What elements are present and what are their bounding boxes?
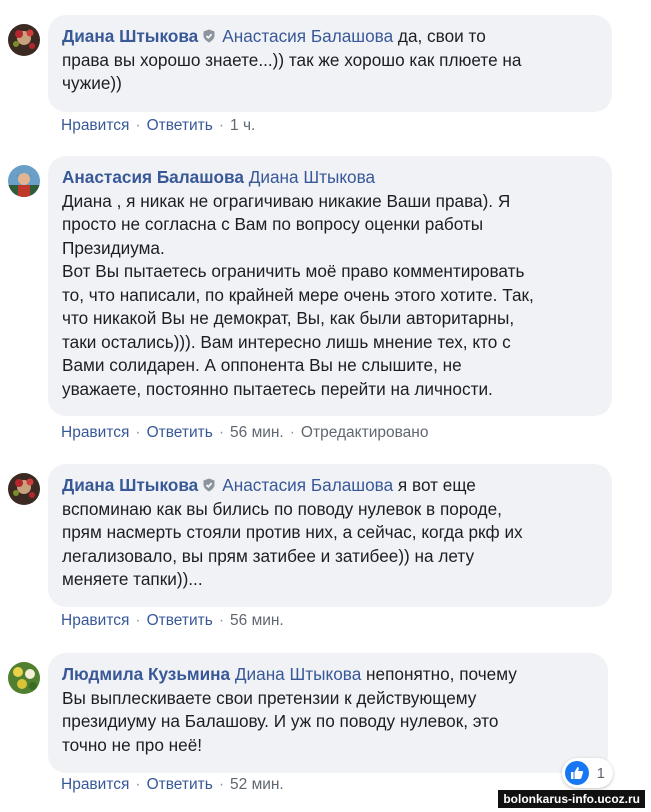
separator: · — [135, 612, 141, 629]
reply-to-name[interactable]: Диана Штыкова — [235, 664, 361, 684]
shield-icon — [202, 475, 216, 492]
timestamp[interactable]: 1 ч. — [230, 117, 255, 134]
like-link[interactable]: Нравится — [61, 117, 129, 134]
comment-actions: Нравится · Ответить · 52 мин. — [61, 776, 284, 794]
comment-actions: Нравится · Ответить · 56 мин. · Отредактирован… — [61, 424, 428, 442]
separator: · — [135, 424, 141, 441]
reply-to-name[interactable]: Диана Штыкова — [249, 167, 375, 187]
avatar[interactable] — [8, 473, 40, 505]
comment-author[interactable]: Анастасия Балашова — [62, 167, 244, 187]
avatar[interactable] — [8, 24, 40, 56]
separator: · — [135, 117, 141, 134]
like-link[interactable]: Нравится — [61, 776, 129, 793]
reply-to-name[interactable]: Анастасия Балашова — [222, 475, 393, 495]
reply-link[interactable]: Ответить — [147, 117, 213, 134]
like-link[interactable]: Нравится — [61, 612, 129, 629]
separator: · — [218, 424, 225, 441]
reply-to-name[interactable]: Анастасия Балашова — [222, 26, 393, 46]
comment-bubble: Диана Штыкова Анастасия Балашова я вот ещ… — [48, 464, 612, 607]
timestamp[interactable]: 56 мин. — [230, 424, 284, 441]
comment-bubble: Людмила Кузьмина Диана Штыкова непонятно… — [48, 653, 608, 773]
reply-link[interactable]: Ответить — [147, 612, 213, 629]
like-icon — [564, 761, 589, 785]
separator: · — [218, 117, 225, 134]
comment-bubble: Анастасия Балашова Диана Штыкова Диана , … — [48, 156, 612, 416]
timestamp[interactable]: 56 мин. — [230, 612, 284, 629]
comment-author[interactable]: Диана Штыкова — [62, 26, 198, 46]
comment-actions: Нравится · Ответить · 1 ч. — [61, 117, 255, 135]
reaction-count: 1 — [596, 764, 605, 782]
separator: · — [289, 424, 295, 441]
comment-text: Диана , я никак не ограгичиваю никакие В… — [62, 190, 534, 399]
reply-link[interactable]: Ответить — [147, 424, 213, 441]
comment-author[interactable]: Диана Штыкова — [62, 475, 198, 495]
separator: · — [218, 612, 225, 629]
separator: · — [135, 776, 141, 793]
timestamp[interactable]: 52 мин. — [230, 776, 284, 793]
reply-link[interactable]: Ответить — [147, 776, 213, 793]
edited-label[interactable]: Отредактировано — [301, 424, 429, 441]
avatar[interactable] — [8, 165, 40, 197]
comment-bubble: Диана Штыкова Анастасия Балашова да, свои… — [48, 15, 612, 112]
reaction-summary[interactable]: 1 — [561, 758, 613, 788]
comment-author[interactable]: Людмила Кузьмина — [62, 664, 230, 684]
separator: · — [218, 776, 225, 793]
watermark: bolonkarus-info.ucoz.ru — [498, 790, 645, 808]
avatar[interactable] — [8, 662, 40, 694]
comment-actions: Нравится · Ответить · 56 мин. — [61, 612, 284, 630]
shield-icon — [202, 26, 216, 43]
like-link[interactable]: Нравится — [61, 424, 129, 441]
